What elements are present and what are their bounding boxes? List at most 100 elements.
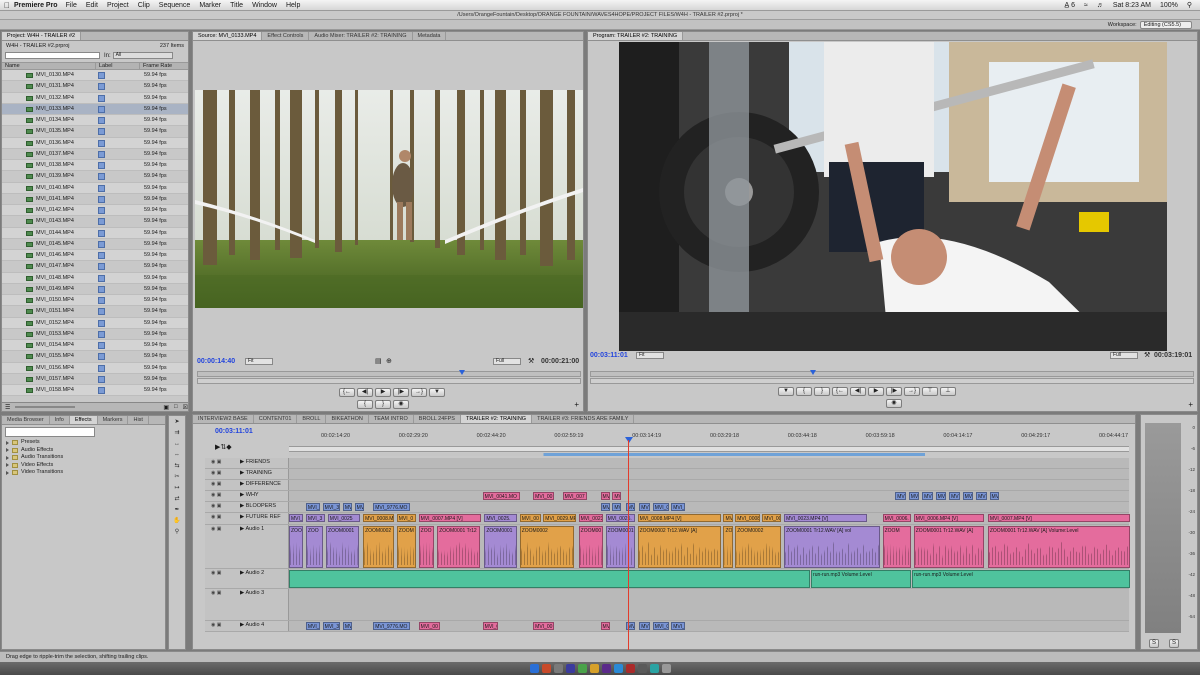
label-color-swatch[interactable] bbox=[98, 330, 105, 338]
menu-marker[interactable]: Marker bbox=[199, 2, 221, 9]
audio-clip[interactable]: MVI_01 bbox=[652, 622, 669, 630]
track-lane[interactable]: MVI_ MVI_3 MV MVI_9776.MO MVI_00 MVI_0 MVI_00 M… bbox=[289, 621, 1129, 631]
source-timecode[interactable]: 00:00:14:40 bbox=[197, 358, 235, 365]
label-color-swatch[interactable] bbox=[98, 285, 105, 293]
video-clip[interactable]: MVI_0025. bbox=[484, 514, 518, 522]
tab-program[interactable]: Program: TRAILER #2: TRAINING bbox=[588, 32, 684, 40]
audio-clip[interactable]: MVI bbox=[639, 622, 651, 630]
source-time-ruler[interactable] bbox=[197, 371, 581, 377]
workspace-select[interactable]: Editing (CS5.5) bbox=[1139, 21, 1192, 29]
project-row[interactable]: MVI_0137.MP4 59.94 fps bbox=[2, 149, 188, 160]
audio-clip[interactable]: ZOOM bbox=[882, 526, 912, 568]
project-row[interactable]: MVI_0156.MP4 59.94 fps bbox=[2, 362, 188, 374]
project-row[interactable]: MVI_0139.MP4 59.94 fps bbox=[2, 171, 188, 183]
clip-label[interactable] bbox=[96, 228, 140, 238]
video-clip[interactable]: MV bbox=[612, 492, 622, 500]
tab-effects[interactable]: Effects bbox=[69, 416, 98, 424]
video-clip[interactable]: MVI_0023 bbox=[578, 514, 603, 522]
track-select-tool-icon[interactable]: ⇉ bbox=[172, 429, 182, 438]
in-select[interactable]: All bbox=[112, 52, 173, 59]
video-clip[interactable]: MVI_3 bbox=[322, 503, 341, 511]
video-clip[interactable]: MVI_ bbox=[289, 514, 304, 522]
clip-label[interactable] bbox=[96, 295, 140, 305]
settings-wrench-icon[interactable]: ⚒ bbox=[1144, 351, 1150, 359]
marker-button[interactable]: ▼ bbox=[429, 388, 445, 397]
video-clip[interactable]: MV bbox=[600, 503, 610, 511]
track-lane[interactable]: MVI_ MVI_3 MVI_0025 MVI_0008.MP4 MVI_0 MVI_00… bbox=[289, 513, 1130, 524]
audio-clip[interactable]: ZOO bbox=[305, 526, 324, 568]
video-clip[interactable]: MVI_0006.MP4 [V] bbox=[913, 514, 985, 522]
project-row[interactable]: MVI_0132.MP4 59.94 fps bbox=[2, 92, 188, 104]
project-row[interactable]: MVI_0149.MP4 59.94 fps bbox=[2, 284, 188, 295]
hand-tool-icon[interactable]: ✋ bbox=[172, 517, 182, 526]
menu-clip[interactable]: Clip bbox=[138, 2, 150, 9]
video-clip[interactable]: MVI_0025. bbox=[605, 514, 635, 522]
audio-clip[interactable]: ZOOM0002 Tr12.WAV [A] bbox=[637, 526, 721, 568]
program-timecode[interactable]: 00:03:11:01 bbox=[590, 352, 628, 359]
lift-button[interactable]: ⊤ bbox=[922, 387, 938, 396]
clock[interactable]: Sat 8:23 AM bbox=[1113, 2, 1151, 9]
label-color-swatch[interactable] bbox=[98, 83, 105, 91]
clip-label[interactable] bbox=[96, 284, 140, 294]
program-quality-select[interactable]: Full bbox=[1110, 352, 1138, 359]
tab-metadata[interactable]: Metadata bbox=[413, 32, 447, 40]
label-color-swatch[interactable] bbox=[98, 342, 105, 349]
audio-clip[interactable]: MVI_00 bbox=[533, 622, 555, 630]
video-clip[interactable]: MVI_0007.MP4 [V] bbox=[987, 514, 1130, 522]
app-menu[interactable]: Premiere Pro bbox=[14, 2, 58, 9]
wifi-icon[interactable]: ≈ bbox=[1084, 2, 1088, 9]
menu-title[interactable]: Title bbox=[230, 2, 243, 9]
clip-label[interactable] bbox=[96, 160, 140, 170]
project-row[interactable]: MVI_0148.MP4 59.94 fps bbox=[2, 272, 188, 284]
project-row[interactable]: MVI_0145.MP4 59.94 fps bbox=[2, 239, 188, 250]
program-zoom-bar[interactable] bbox=[590, 378, 1194, 384]
extract-button[interactable]: ⊥ bbox=[940, 387, 956, 396]
effects-folder-presets[interactable]: Presets bbox=[2, 439, 165, 447]
audio-clip[interactable]: ZOOM bbox=[396, 526, 416, 568]
video-clip[interactable]: MVI_0029.MP4 bbox=[543, 514, 576, 522]
video-clip[interactable]: MVI bbox=[949, 492, 960, 500]
clip-label[interactable] bbox=[96, 70, 140, 80]
source-quality-select[interactable]: Full bbox=[493, 358, 521, 365]
clip-label[interactable] bbox=[96, 340, 140, 350]
video-clip[interactable]: MVI bbox=[935, 492, 947, 500]
audio-clip[interactable]: ZOOM bbox=[723, 526, 733, 568]
app-icon[interactable] bbox=[625, 664, 635, 673]
audio-clip[interactable]: MVI_ bbox=[305, 622, 320, 630]
audio-clip[interactable]: ZOOM0002 bbox=[519, 526, 575, 568]
video-clip[interactable]: MVI bbox=[908, 492, 920, 500]
label-color-swatch[interactable] bbox=[98, 308, 105, 316]
audio-clip[interactable]: MVI_3 bbox=[322, 622, 341, 630]
tab-effect-controls[interactable]: Effect Controls bbox=[262, 32, 310, 40]
app-icon[interactable] bbox=[553, 664, 563, 673]
mark-out-button[interactable]: →} bbox=[411, 388, 427, 397]
sequence-tab[interactable]: TRAILER #2: TRAINING bbox=[460, 415, 533, 423]
sequence-tab[interactable]: INTERVIEW2 BASE bbox=[193, 415, 254, 423]
audio-clip[interactable]: ZOOM0001 Tr12.WAV [A] vol bbox=[784, 526, 880, 568]
finder-icon[interactable] bbox=[529, 664, 539, 673]
effects-folder-audio-effects[interactable]: Audio Effects bbox=[2, 447, 165, 455]
label-color-swatch[interactable] bbox=[98, 184, 105, 192]
spotlight-icon[interactable]: ⚲ bbox=[1187, 1, 1192, 9]
video-clip[interactable]: MV bbox=[342, 503, 352, 511]
video-clip[interactable]: MVI bbox=[639, 503, 651, 511]
tab-source[interactable]: Source: MVI_0133.MP4 bbox=[193, 32, 263, 40]
app-icon[interactable] bbox=[565, 664, 575, 673]
clip-label[interactable] bbox=[96, 261, 140, 271]
clip-label[interactable] bbox=[96, 250, 140, 260]
label-color-swatch[interactable] bbox=[98, 218, 105, 226]
audio-clip[interactable]: ZOOM0002 bbox=[735, 526, 782, 568]
video-clip[interactable]: MVI_ bbox=[305, 503, 320, 511]
sequence-tab[interactable]: TEAM INTRO bbox=[369, 415, 414, 423]
video-clip[interactable]: MVI bbox=[976, 492, 987, 500]
source-fit-select[interactable]: Fit bbox=[245, 358, 273, 365]
add-marker-button[interactable]: ▼ bbox=[778, 387, 794, 396]
disclosure-triangle-icon[interactable] bbox=[6, 455, 9, 460]
snap-icon[interactable]: ▶⇅◆ bbox=[215, 443, 232, 451]
project-row[interactable]: MVI_0146.MP4 59.94 fps bbox=[2, 250, 188, 262]
clip-label[interactable] bbox=[96, 239, 140, 249]
video-clip[interactable]: MV bbox=[612, 503, 622, 511]
video-clip[interactable]: MVI_0008.MP4 bbox=[363, 514, 395, 522]
clip-label[interactable] bbox=[96, 138, 140, 148]
track-lane[interactable] bbox=[289, 480, 1129, 490]
